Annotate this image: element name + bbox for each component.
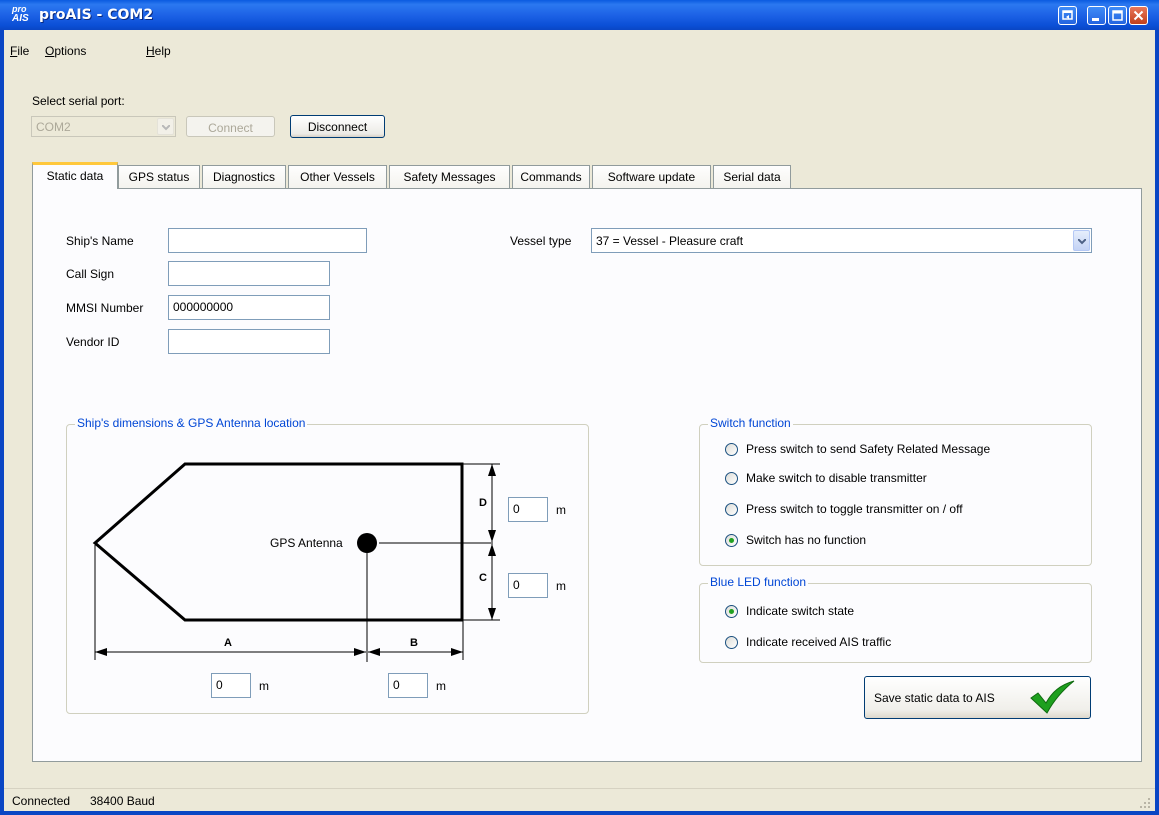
radio-selected-dot	[729, 538, 734, 543]
dimension-d-arrow-bottom	[488, 530, 496, 542]
switch-option-label: Make switch to disable transmitter	[746, 471, 927, 485]
dimension-a-value: 0	[216, 678, 223, 692]
dimension-c-label: C	[479, 572, 487, 584]
led-option-label: Indicate switch state	[746, 604, 855, 618]
switch-option-label: Switch has no function	[746, 533, 867, 547]
save-static-data-button[interactable]: Save static data to AIS	[864, 676, 1091, 719]
dimension-d-arrow-top	[488, 464, 496, 476]
dimension-b-unit: m	[436, 679, 446, 693]
dimension-a-input[interactable]: 0	[211, 673, 251, 698]
dimension-c-arrow-top	[488, 544, 496, 556]
radio-button	[725, 443, 738, 456]
dimension-d-input[interactable]: 0	[508, 497, 548, 522]
gps-antenna-icon	[357, 533, 377, 553]
app-window: pro AIS proAIS - COM2 File Options Help …	[0, 0, 1159, 815]
switch-option-label: Press switch to send Safety Related Mess…	[746, 442, 991, 456]
dimension-d-label: D	[479, 497, 487, 509]
radio-selected-dot	[729, 609, 734, 614]
dimension-b-arrow-left	[368, 648, 380, 656]
dimension-b-input[interactable]: 0	[388, 673, 428, 698]
radio-button	[725, 472, 738, 485]
dimension-a-arrow-left	[95, 648, 107, 656]
gps-antenna-label: GPS Antenna	[270, 536, 343, 550]
dimension-b-value: 0	[393, 678, 400, 692]
dimension-b-arrow-right	[451, 648, 463, 656]
dimension-a-arrow-right	[354, 648, 366, 656]
radio-button	[725, 636, 738, 649]
led-function-group: Blue LED function	[699, 575, 1092, 663]
dimension-a-label: A	[224, 637, 232, 649]
radio-button-selected	[725, 534, 738, 547]
switch-function-title: Switch function	[708, 416, 793, 430]
dimension-c-unit: m	[556, 579, 566, 593]
switch-option-label: Press switch to toggle transmitter on / …	[746, 502, 963, 516]
led-function-title: Blue LED function	[708, 575, 809, 589]
checkmark-icon	[1030, 680, 1075, 714]
radio-button	[725, 503, 738, 516]
save-button-label: Save static data to AIS	[874, 691, 995, 705]
dimension-c-input[interactable]: 0	[508, 573, 548, 598]
static-data-content: Ship's Name Call Sign MMSI Number 000000…	[0, 0, 1159, 815]
dimension-d-unit: m	[556, 503, 566, 517]
dimension-a-unit: m	[259, 679, 269, 693]
dimension-b-label: B	[410, 637, 418, 649]
dimension-d-value: 0	[513, 502, 520, 516]
dimension-c-arrow-bottom	[488, 608, 496, 620]
radio-button-selected	[725, 605, 738, 618]
dimension-c-value: 0	[513, 578, 520, 592]
led-option-label: Indicate received AIS traffic	[746, 635, 892, 649]
